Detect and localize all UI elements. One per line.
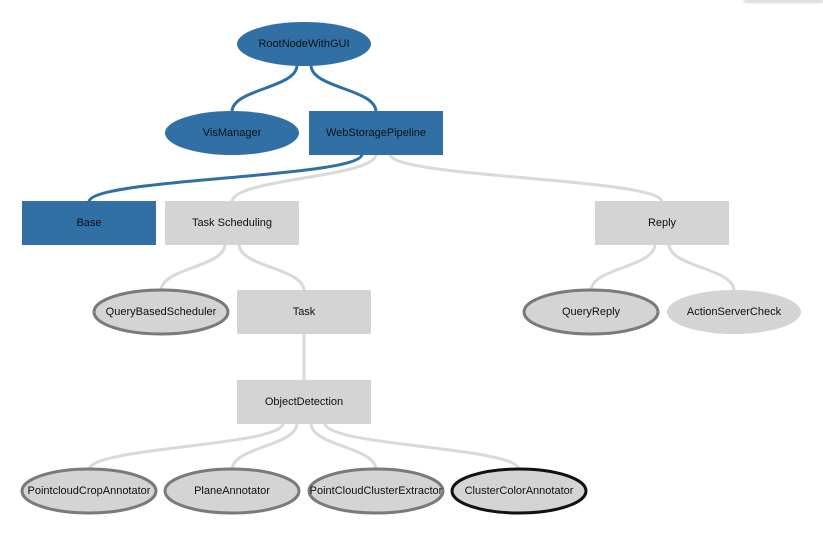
node-pcce[interactable]: PointCloudClusterExtractor bbox=[307, 467, 445, 515]
nodes-layer: RootNodeWithGUI VisManager WebStoragePipel… bbox=[20, 22, 801, 515]
node-plane-label: PlaneAnnotator bbox=[194, 485, 270, 497]
edge-objdet-to-plane bbox=[230, 422, 299, 471]
node-base-label: Base bbox=[76, 217, 101, 229]
node-objdet-label: ObjectDetection bbox=[265, 396, 343, 408]
edge-web-to-reply bbox=[388, 153, 664, 203]
node-reply[interactable]: Reply bbox=[595, 201, 729, 245]
node-vis[interactable]: VisManager bbox=[165, 111, 299, 155]
node-web[interactable]: WebStoragePipeline bbox=[309, 111, 443, 155]
node-pcce-label: PointCloudClusterExtractor bbox=[310, 485, 443, 497]
node-qreply-label: QueryReply bbox=[562, 306, 621, 318]
node-root-label: RootNodeWithGUI bbox=[258, 38, 349, 50]
edge-root-to-web bbox=[309, 64, 378, 113]
edge-reply-to-asc bbox=[667, 243, 736, 292]
node-cca-label: ClusterColorAnnotator bbox=[465, 485, 574, 497]
edge-objdet-to-cca bbox=[323, 422, 521, 471]
edge-objdet-to-pcrop bbox=[87, 422, 285, 471]
edge-root-to-vis bbox=[230, 64, 299, 113]
node-asc-label: ActionServerCheck bbox=[687, 306, 782, 318]
edge-web-to-base bbox=[87, 153, 364, 203]
behavior-tree-graph: RootNodeWithGUI VisManager WebStoragePipel… bbox=[20, 22, 801, 515]
node-tasksched[interactable]: Task Scheduling bbox=[165, 201, 299, 245]
edge-tasksched-to-qbs bbox=[159, 243, 227, 292]
node-plane[interactable]: PlaneAnnotator bbox=[163, 467, 301, 515]
node-pcrop[interactable]: PointcloudCropAnnotator bbox=[20, 467, 158, 515]
node-qbs[interactable]: QueryBasedScheduler bbox=[92, 288, 230, 336]
node-web-label: WebStoragePipeline bbox=[326, 127, 426, 139]
node-tasksched-label: Task Scheduling bbox=[192, 217, 272, 229]
edge-tasksched-to-task bbox=[237, 243, 306, 292]
node-vis-label: VisManager bbox=[203, 127, 262, 139]
node-asc[interactable]: ActionServerCheck bbox=[667, 290, 801, 334]
edge-reply-to-qreply bbox=[589, 243, 657, 292]
node-objdet[interactable]: ObjectDetection bbox=[237, 380, 371, 424]
node-qbs-label: QueryBasedScheduler bbox=[106, 306, 217, 318]
node-task[interactable]: Task bbox=[237, 290, 371, 334]
node-cca[interactable]: ClusterColorAnnotator bbox=[450, 467, 588, 515]
node-root[interactable]: RootNodeWithGUI bbox=[237, 22, 371, 66]
edge-objdet-to-pcce bbox=[309, 422, 378, 471]
node-base[interactable]: Base bbox=[22, 201, 156, 245]
node-reply-label: Reply bbox=[648, 217, 677, 229]
node-task-label: Task bbox=[293, 306, 316, 318]
node-qreply[interactable]: QueryReply bbox=[522, 288, 660, 336]
node-pcrop-label: PointcloudCropAnnotator bbox=[28, 485, 151, 497]
